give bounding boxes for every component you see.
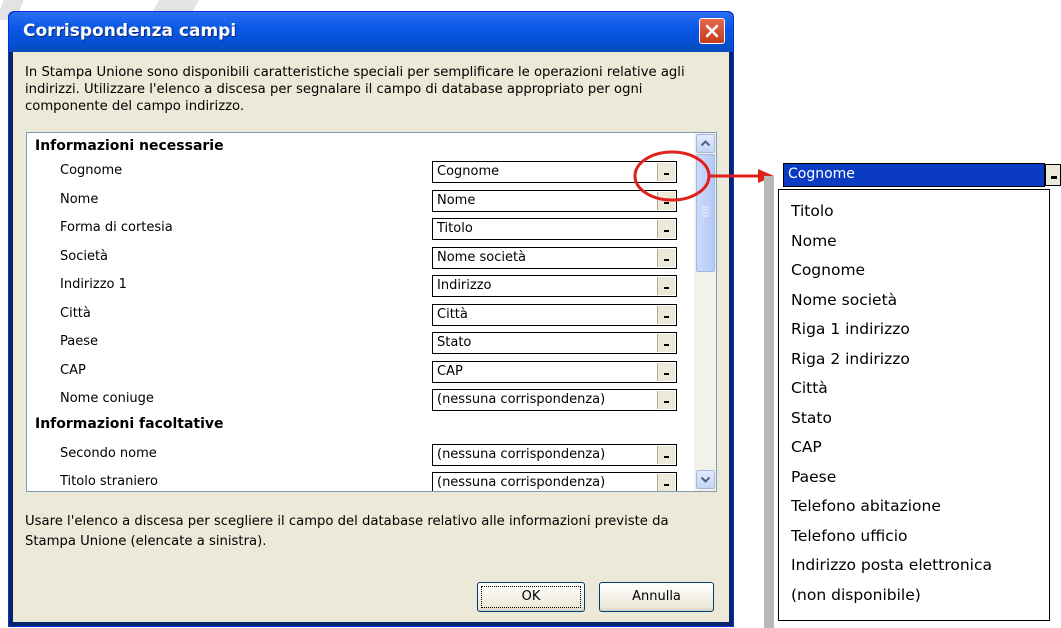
dropdown-option[interactable]: Città <box>791 379 828 397</box>
dropdown-option[interactable]: Riga 2 indirizzo <box>791 350 910 368</box>
dropdown-option[interactable]: Cognome <box>791 261 865 279</box>
highlight-circle <box>633 150 711 202</box>
dropdown-selected-value[interactable]: Cognome <box>783 163 1045 187</box>
dropdown-option[interactable]: CAP <box>791 438 822 456</box>
dropdown-selected-text: Cognome <box>788 166 855 182</box>
dropdown-option[interactable]: Telefono abitazione <box>791 497 941 515</box>
dropdown-options-list[interactable]: Titolo Nome Cognome Nome società Riga 1 indi… <box>778 189 1050 621</box>
dropdown-option[interactable]: Stato <box>791 409 832 427</box>
dropdown-option[interactable]: Telefono ufficio <box>791 527 908 545</box>
dropdown-option[interactable]: Nome <box>791 232 837 250</box>
dropdown-option[interactable]: Riga 1 indirizzo <box>791 320 910 338</box>
dropdown-option[interactable]: (non disponibile) <box>791 586 921 604</box>
popup-shadow <box>764 176 774 628</box>
dropdown-option[interactable]: Titolo <box>791 202 834 220</box>
dropdown-arrow-button[interactable] <box>1045 164 1061 186</box>
dropdown-option[interactable]: Paese <box>791 468 836 486</box>
dropdown-option[interactable]: Indirizzo posta elettronica <box>791 556 992 574</box>
dropdown-option[interactable]: Nome società <box>791 291 897 309</box>
